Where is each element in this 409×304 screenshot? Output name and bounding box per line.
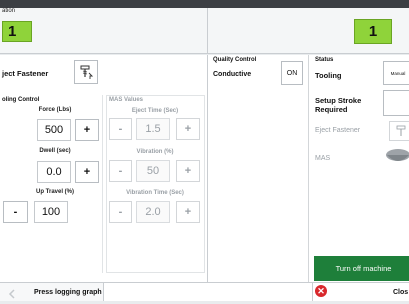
close-label: Clos: [393, 289, 409, 296]
conductive-label: Conductive: [213, 71, 252, 78]
force-label: Force (Lbs): [38, 107, 72, 113]
vibration-decrease-button[interactable]: -: [109, 160, 132, 182]
force-value[interactable]: 500: [37, 119, 71, 141]
fastener-eject-icon: [80, 65, 94, 79]
tooling-control-title: oling Control: [2, 97, 40, 103]
eject-fastener-status-button[interactable]: [389, 121, 409, 141]
eject-time-increase-button[interactable]: +: [176, 118, 200, 140]
chevron-left-icon: [7, 286, 17, 299]
station-number-badge-right: 1: [354, 19, 392, 44]
eject-fastener-status-label: Eject Fastener: [315, 127, 361, 134]
eject-fastener-button[interactable]: [74, 60, 98, 84]
setup-stroke-button[interactable]: [383, 90, 409, 116]
eject-time-label: Eject Time (Sec): [131, 108, 179, 114]
vibration-time-value[interactable]: 2.0: [136, 201, 170, 223]
station-header-left: ation 1: [0, 8, 207, 54]
dwell-value[interactable]: 0.0: [37, 161, 71, 183]
vibration-time-increase-button[interactable]: +: [176, 201, 200, 223]
setup-stroke-line-2: Required: [315, 105, 348, 114]
vibration-time-decrease-button[interactable]: -: [109, 201, 132, 223]
divider: [308, 55, 309, 282]
mas-status-label: MAS: [315, 155, 331, 162]
dwell-label: Dwell (sec): [39, 148, 71, 154]
quality-control-title: Quality Control: [213, 57, 257, 63]
dwell-increase-button[interactable]: +: [75, 161, 99, 183]
fastener-icon: [396, 125, 406, 136]
mas-bowl-icon: [385, 147, 409, 167]
up-travel-label: Up Travel (%): [35, 189, 74, 195]
conductive-toggle[interactable]: ON: [281, 61, 303, 85]
station-tab-label: ation: [2, 8, 16, 14]
tooling-mode-button[interactable]: Manual: [383, 61, 409, 85]
mas-values-title: MAS Values: [109, 97, 144, 103]
up-travel-value[interactable]: 100: [34, 201, 68, 223]
divider: [207, 55, 208, 301]
tooling-status-label: Tooling: [315, 71, 342, 80]
up-travel-decrease-button[interactable]: -: [3, 201, 28, 223]
station-header-right: 1: [207, 8, 409, 54]
vibration-label: Vibration (%): [136, 149, 174, 155]
vibration-value[interactable]: 50: [136, 160, 170, 182]
turn-off-machine-button[interactable]: Turn off machine: [314, 256, 409, 281]
eject-time-value[interactable]: 1.5: [136, 118, 170, 140]
force-increase-button[interactable]: +: [75, 119, 99, 141]
close-icon: ✕: [315, 285, 327, 297]
station-number-badge: 1: [2, 21, 32, 42]
eject-time-decrease-button[interactable]: -: [109, 118, 132, 140]
setup-stroke-line-1: Setup Stroke: [315, 96, 362, 105]
title-bar: [0, 0, 409, 8]
status-title: Status: [315, 57, 334, 63]
tooling-mode-value: Manual: [390, 70, 406, 76]
setup-stroke-label: Setup Stroke Required: [315, 96, 361, 114]
vibration-increase-button[interactable]: +: [176, 160, 200, 182]
press-logging-graph-label: Press logging graph: [34, 289, 102, 296]
eject-fastener-label: ject Fastener: [2, 69, 49, 78]
vibration-time-label: Vibration Time (Sec): [126, 190, 184, 196]
